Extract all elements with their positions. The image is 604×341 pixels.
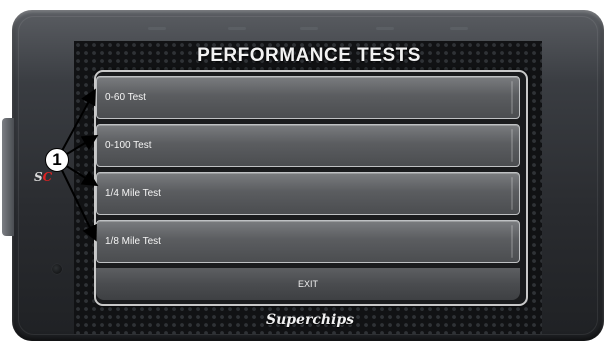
callout-number: 1 [45,148,69,172]
callout-arrows [56,88,99,242]
